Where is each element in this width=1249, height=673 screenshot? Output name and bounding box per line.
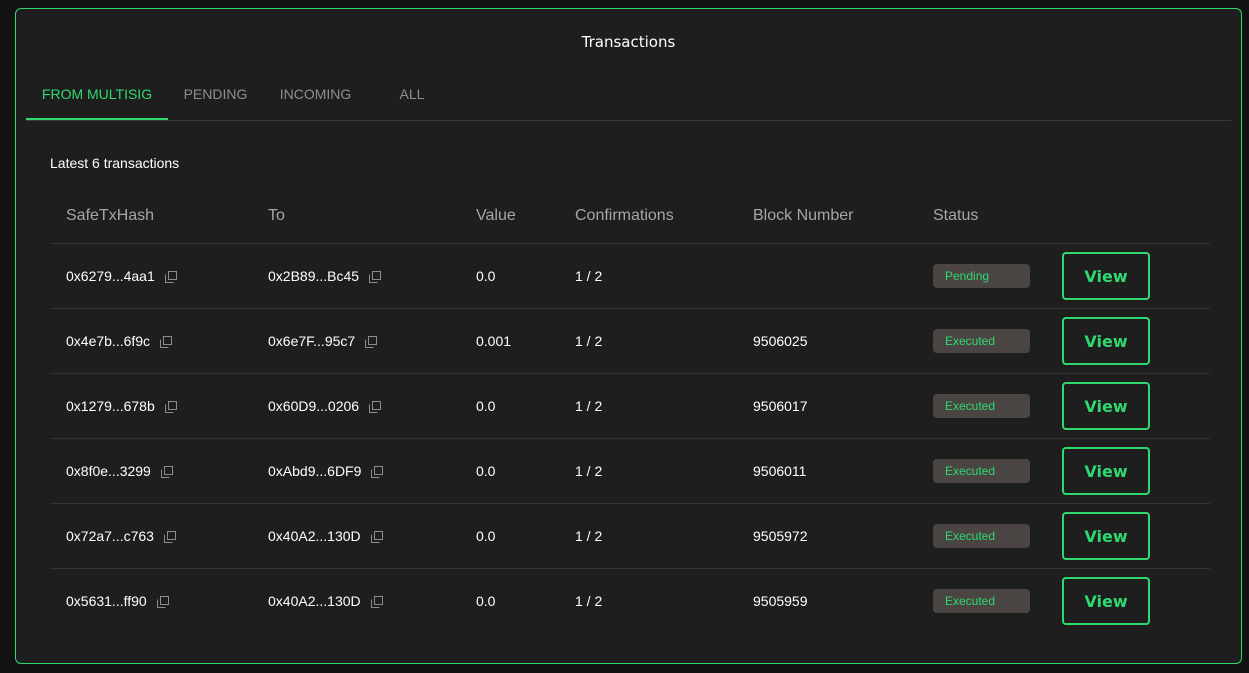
table-row: 0x4e7b...6f9c 0x6e7F...95c7 0.001 1 / 2 9506… (50, 309, 1210, 374)
table-row: 0x72a7...c763 0x40A2...130D 0.0 1 / 2 950597… (50, 504, 1210, 569)
safetxhash-cell: 0x6279...4aa1 (66, 268, 177, 284)
status-badge: Executed (933, 394, 1030, 418)
status-badge: Executed (933, 459, 1030, 483)
confirmations-cell: 1 / 2 (575, 463, 603, 479)
status-badge: Executed (933, 524, 1030, 548)
tab-bar: FROM MULTISIG PENDING INCOMING ALL (26, 85, 1231, 121)
safetxhash-value: 0x6279...4aa1 (66, 268, 155, 284)
table-header: SafeTxHash To Value Confirmations Block … (50, 197, 1210, 244)
to-address-value: 0x40A2...130D (268, 593, 361, 609)
to-address-value: 0x6e7F...95c7 (268, 333, 356, 349)
to-address-value: 0x60D9...0206 (268, 398, 360, 414)
view-button[interactable]: View (1062, 382, 1150, 430)
copy-icon[interactable] (156, 595, 169, 608)
header-safetxhash: SafeTxHash (66, 207, 155, 224)
to-cell: 0x6e7F...95c7 (268, 333, 378, 349)
to-cell: 0x40A2...130D (268, 528, 383, 544)
safetxhash-cell: 0x1279...678b (66, 398, 177, 414)
safetxhash-value: 0x72a7...c763 (66, 528, 154, 544)
block-number-cell: 9506011 (753, 463, 807, 479)
safetxhash-value: 0x5631...ff90 (66, 593, 147, 609)
block-number-cell: 9506017 (753, 398, 808, 414)
transactions-panel: Transactions FROM MULTISIG PENDING INCOM… (15, 8, 1242, 664)
table-body: 0x6279...4aa1 0x2B89...Bc45 0.0 1 / 2 Pendin… (50, 244, 1210, 633)
table-row: 0x1279...678b 0x60D9...0206 0.0 1 / 2 950601… (50, 374, 1210, 439)
block-number-cell: 9506025 (753, 333, 808, 349)
confirmations-cell: 1 / 2 (575, 528, 603, 544)
view-button[interactable]: View (1062, 577, 1150, 625)
value-cell: 0.0 (476, 528, 496, 544)
copy-icon[interactable] (370, 530, 383, 543)
to-cell: 0x2B89...Bc45 (268, 268, 382, 284)
confirmations-cell: 1 / 2 (575, 268, 603, 284)
table-row: 0x5631...ff90 0x40A2...130D 0.0 1 / 2 950595… (50, 569, 1210, 633)
to-cell: 0x40A2...130D (268, 593, 383, 609)
view-button[interactable]: View (1062, 512, 1150, 560)
to-cell: 0x60D9...0206 (268, 398, 382, 414)
safetxhash-value: 0x4e7b...6f9c (66, 333, 151, 349)
safetxhash-value: 0x1279...678b (66, 398, 155, 414)
copy-icon[interactable] (371, 465, 384, 478)
value-cell: 0.0 (476, 268, 496, 284)
copy-icon[interactable] (370, 595, 383, 608)
header-value: Value (476, 207, 516, 224)
transactions-count-label: Latest 6 transactions (50, 155, 180, 171)
safetxhash-cell: 0x8f0e...3299 (66, 463, 173, 479)
tab-incoming[interactable]: INCOMING (263, 85, 368, 119)
tab-from-multisig[interactable]: FROM MULTISIG (26, 85, 168, 120)
view-button[interactable]: View (1062, 252, 1150, 300)
table-row: 0x6279...4aa1 0x2B89...Bc45 0.0 1 / 2 Pendin… (50, 244, 1210, 309)
safetxhash-value: 0x8f0e...3299 (66, 463, 151, 479)
confirmations-cell: 1 / 2 (575, 593, 603, 609)
copy-icon[interactable] (160, 335, 173, 348)
copy-icon[interactable] (164, 270, 177, 283)
to-address-value: 0x2B89...Bc45 (268, 268, 360, 284)
header-block-number: Block Number (753, 207, 854, 224)
value-cell: 0.001 (476, 333, 512, 349)
status-badge: Pending (933, 264, 1030, 288)
value-cell: 0.0 (476, 463, 496, 479)
block-number-cell: 9505959 (753, 593, 808, 609)
confirmations-cell: 1 / 2 (575, 398, 603, 414)
to-address-value: 0x40A2...130D (268, 528, 361, 544)
status-badge: Executed (933, 329, 1030, 353)
copy-icon[interactable] (160, 465, 173, 478)
status-badge: Executed (933, 589, 1030, 613)
copy-icon[interactable] (163, 530, 176, 543)
copy-icon[interactable] (164, 400, 177, 413)
block-number-cell: 9505972 (753, 528, 808, 544)
copy-icon[interactable] (365, 335, 378, 348)
value-cell: 0.0 (476, 398, 496, 414)
confirmations-cell: 1 / 2 (575, 333, 603, 349)
table-row: 0x8f0e...3299 0xAbd9...6DF9 0.0 1 / 2 950601… (50, 439, 1210, 504)
to-address-value: 0xAbd9...6DF9 (268, 463, 362, 479)
page-title: Transactions (581, 33, 676, 51)
view-button[interactable]: View (1062, 317, 1150, 365)
copy-icon[interactable] (369, 270, 382, 283)
value-cell: 0.0 (476, 593, 496, 609)
tab-all[interactable]: ALL (368, 85, 456, 119)
header-status: Status (933, 207, 979, 224)
view-button[interactable]: View (1062, 447, 1150, 495)
to-cell: 0xAbd9...6DF9 (268, 463, 384, 479)
safetxhash-cell: 0x4e7b...6f9c (66, 333, 173, 349)
safetxhash-cell: 0x72a7...c763 (66, 528, 176, 544)
header-to: To (268, 207, 285, 224)
tab-pending[interactable]: PENDING (168, 85, 263, 119)
copy-icon[interactable] (369, 400, 382, 413)
header-confirmations: Confirmations (575, 207, 674, 224)
safetxhash-cell: 0x5631...ff90 (66, 593, 169, 609)
transactions-table: SafeTxHash To Value Confirmations Block … (50, 197, 1210, 633)
